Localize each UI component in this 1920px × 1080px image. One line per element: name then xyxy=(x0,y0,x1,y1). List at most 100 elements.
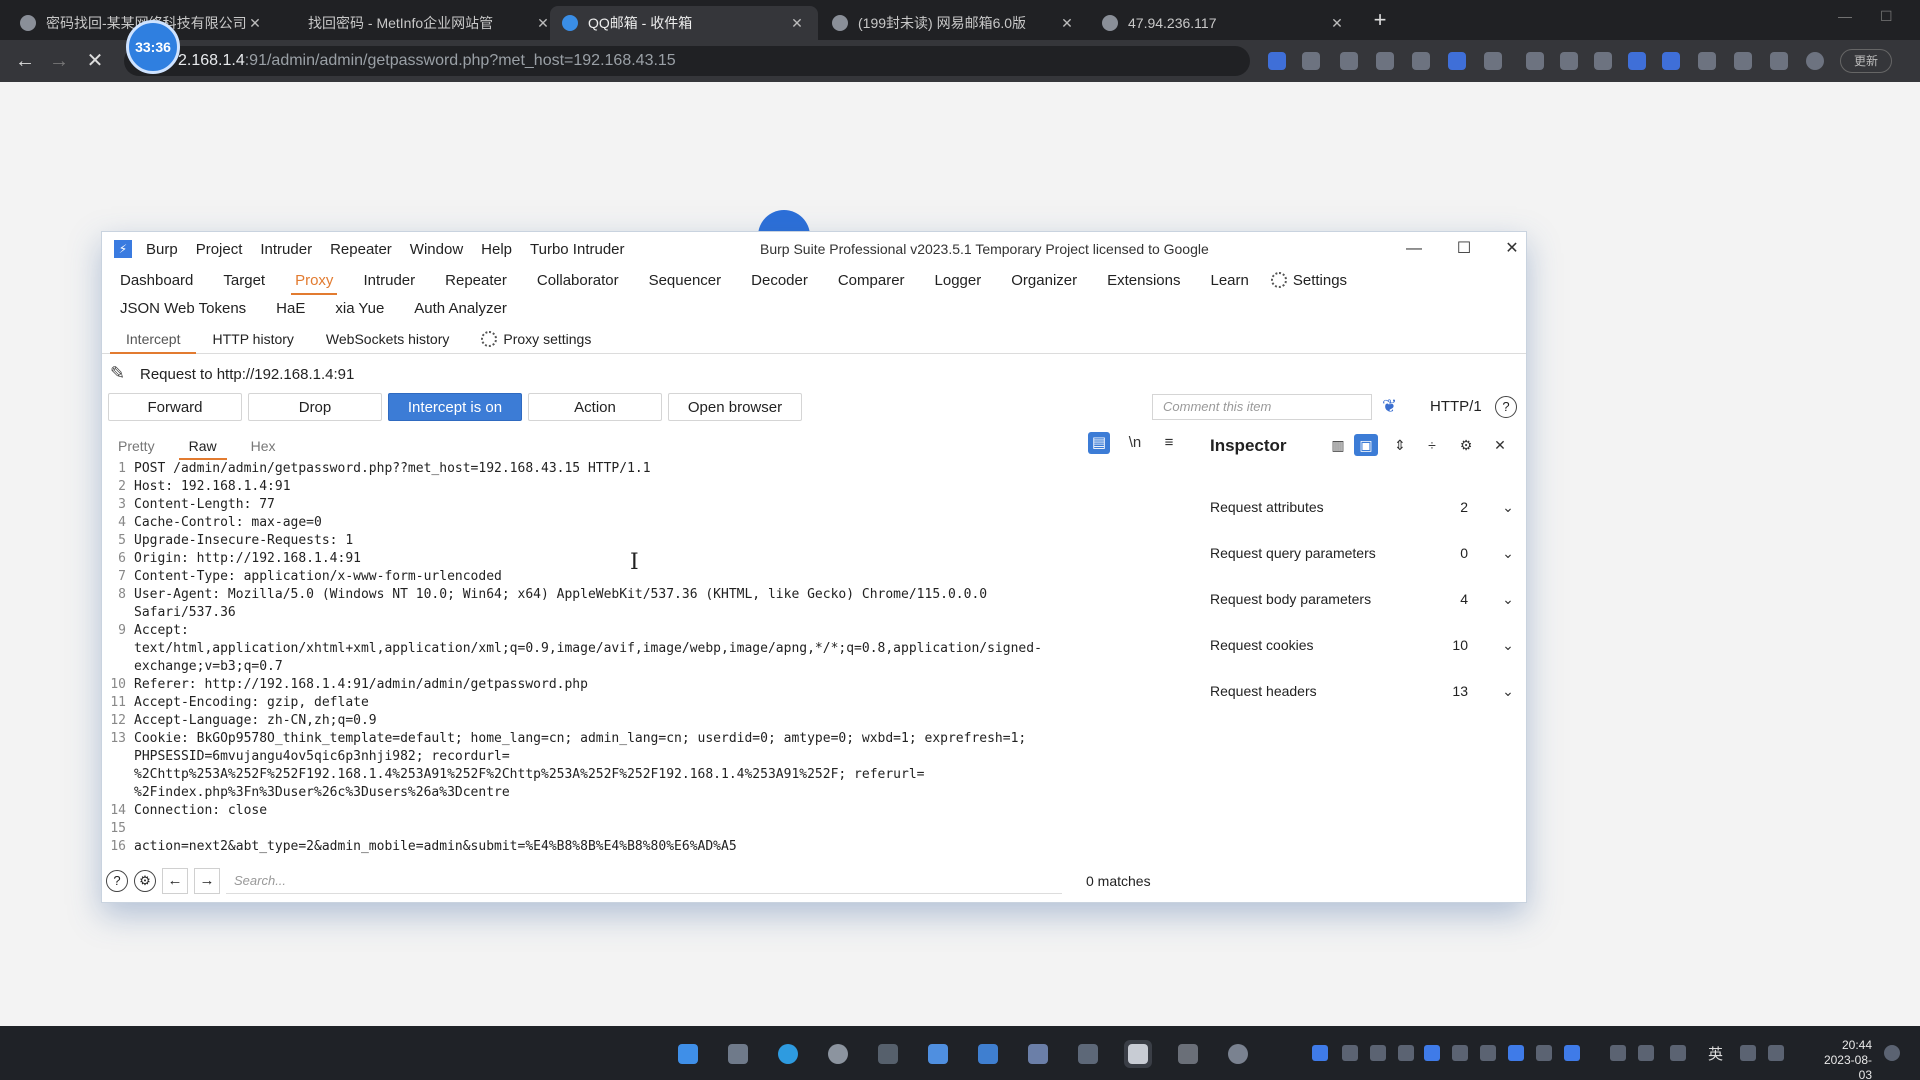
request-line[interactable]: 12 Accept-Language: zh-CN,zh;q=0.9 xyxy=(108,712,1178,730)
forward-icon[interactable]: → xyxy=(46,48,72,74)
menu-intruder[interactable]: Intruder xyxy=(260,241,312,258)
shield-icon[interactable] xyxy=(1424,1045,1440,1061)
http-version-selector[interactable]: HTTP/1 xyxy=(1430,398,1482,415)
edge-icon[interactable] xyxy=(774,1040,802,1068)
previous-match-icon[interactable]: ← xyxy=(162,868,188,894)
back-icon[interactable]: ← xyxy=(12,48,38,74)
tab-organizer[interactable]: Organizer xyxy=(1011,272,1077,289)
tray-app-icon[interactable] xyxy=(1564,1045,1580,1061)
inspector-headers[interactable]: Request headers 13 ⌄ xyxy=(1210,678,1516,704)
hacker-extension-icon[interactable] xyxy=(1412,52,1430,70)
tab-auth-analyzer[interactable]: Auth Analyzer xyxy=(414,300,507,317)
menu-turbo-intruder[interactable]: Turbo Intruder xyxy=(530,241,625,258)
tab-intruder[interactable]: Intruder xyxy=(363,272,415,289)
subtab-websockets-history[interactable]: WebSockets history xyxy=(310,324,465,354)
display-icon[interactable] xyxy=(1610,1045,1626,1061)
chevron-down-icon[interactable]: ⌄ xyxy=(1500,591,1516,608)
request-line[interactable]: %2Chttp%253A%252F%252F192.168.1.4%253A91… xyxy=(108,766,1178,784)
menu-help[interactable]: Help xyxy=(481,241,512,258)
photos-icon[interactable] xyxy=(974,1040,1002,1068)
tab-dashboard[interactable]: Dashboard xyxy=(120,272,193,289)
tampermonkey-extension-icon[interactable] xyxy=(1340,52,1358,70)
chevron-down-icon[interactable]: ⌄ xyxy=(1500,637,1516,654)
help-icon[interactable]: ? xyxy=(106,870,128,892)
layout-panel-icon[interactable]: ▣ xyxy=(1354,434,1378,456)
request-line[interactable]: PHPSESSID=6mvujangu4ov5qic6p3nhji982; re… xyxy=(108,748,1178,766)
view-tab-hex[interactable]: Hex xyxy=(251,438,276,454)
proxy-extension-icon[interactable] xyxy=(1484,52,1502,70)
tab-target[interactable]: Target xyxy=(223,272,265,289)
request-line[interactable]: 1 POST /admin/admin/getpassword.php??met_… xyxy=(108,460,1178,478)
request-line[interactable]: 10 Referer: http://192.168.1.4:91/admin/a… xyxy=(108,676,1178,694)
input-method-indicator[interactable]: 英 xyxy=(1708,1043,1723,1064)
menu-burp[interactable]: Burp xyxy=(146,241,178,258)
update-chip[interactable]: 更新 xyxy=(1840,49,1892,73)
volume-icon[interactable] xyxy=(1768,1045,1784,1061)
start-icon[interactable] xyxy=(674,1040,702,1068)
request-line[interactable]: Safari/537.36 xyxy=(108,604,1178,622)
comment-input[interactable]: Comment this item xyxy=(1152,394,1372,420)
request-line[interactable]: exchange;v=b3;q=0.7 xyxy=(108,658,1178,676)
tab-learn[interactable]: Learn xyxy=(1210,272,1248,289)
expand-all-icon[interactable]: ⇕ xyxy=(1388,434,1412,456)
app-icon[interactable] xyxy=(924,1040,952,1068)
tray-app-icon[interactable] xyxy=(1452,1045,1468,1061)
collapse-all-icon[interactable]: ÷ xyxy=(1420,434,1444,456)
next-match-icon[interactable]: → xyxy=(194,868,220,894)
address-bar[interactable]: 2.168.1.4:91/admin/admin/getpassword.php… xyxy=(124,46,1250,76)
inspector-body-parameters[interactable]: Request body parameters 4 ⌄ xyxy=(1210,586,1516,612)
app-icon[interactable] xyxy=(1074,1040,1102,1068)
tray-app-icon[interactable] xyxy=(1480,1045,1496,1061)
tab-proxy[interactable]: Proxy xyxy=(291,272,338,295)
extension-icon[interactable] xyxy=(1698,52,1716,70)
qq-icon[interactable] xyxy=(1224,1040,1252,1068)
steam-icon[interactable] xyxy=(874,1040,902,1068)
close-tab-icon[interactable]: ✕ xyxy=(1058,15,1076,32)
request-line[interactable]: 2 Host: 192.168.1.4:91 xyxy=(108,478,1178,496)
request-line[interactable]: 14 Connection: close xyxy=(108,802,1178,820)
new-tab-button[interactable]: + xyxy=(1368,8,1392,32)
tray-app-icon[interactable] xyxy=(1342,1045,1358,1061)
request-line[interactable]: %2Findex.php%3Fn%3Duser%26c%3Dusers%26a%… xyxy=(108,784,1178,802)
tab-hae[interactable]: HaE xyxy=(276,300,305,317)
burp-java-icon[interactable] xyxy=(1124,1040,1152,1068)
translate-extension-icon[interactable] xyxy=(1268,52,1286,70)
minimize-icon[interactable]: — xyxy=(1402,237,1426,261)
request-line[interactable]: 5 Upgrade-Insecure-Requests: 1 xyxy=(108,532,1178,550)
newline-toggle-icon[interactable]: \n xyxy=(1124,432,1146,454)
browser-tab-3[interactable]: QQ邮箱 - 收件箱 ✕ xyxy=(550,6,818,40)
side-panel-icon[interactable] xyxy=(1770,52,1788,70)
render-toggle-icon[interactable]: ▤ xyxy=(1088,432,1110,454)
location-extension-icon[interactable] xyxy=(1448,52,1466,70)
chrome-icon[interactable] xyxy=(824,1040,852,1068)
chevron-down-icon[interactable]: ⌄ xyxy=(1500,499,1516,516)
request-editor[interactable]: 1 POST /admin/admin/getpassword.php??met_… xyxy=(108,460,1178,854)
request-line[interactable]: 9 Accept: xyxy=(108,622,1178,640)
chevron-down-icon[interactable]: ⌄ xyxy=(1500,545,1516,562)
close-tab-icon[interactable]: ✕ xyxy=(788,15,806,32)
request-line[interactable]: 11 Accept-Encoding: gzip, deflate xyxy=(108,694,1178,712)
request-line[interactable]: 7 Content-Type: application/x-www-form-ur… xyxy=(108,568,1178,586)
menu-repeater[interactable]: Repeater xyxy=(330,241,392,258)
tray-app-icon[interactable] xyxy=(1312,1045,1328,1061)
tab-logger[interactable]: Logger xyxy=(935,272,982,289)
browser-tab-2[interactable]: 找回密码 - MetInfo企业网站管 ✕ xyxy=(296,6,564,40)
tab-collaborator[interactable]: Collaborator xyxy=(537,272,619,289)
proxy-settings-button[interactable]: Proxy settings xyxy=(465,324,607,354)
subtab-http-history[interactable]: HTTP history xyxy=(196,324,309,354)
browser-tab-4[interactable]: (199封未读) 网易邮箱6.0版 ✕ xyxy=(820,6,1088,40)
tray-app-icon[interactable] xyxy=(1536,1045,1552,1061)
layout-split-icon[interactable]: ▥ xyxy=(1326,434,1350,456)
close-window-icon[interactable]: ✕ xyxy=(1500,237,1524,261)
help-icon[interactable]: ? xyxy=(1495,396,1517,418)
action-button[interactable]: Action xyxy=(528,393,662,421)
extension-icon[interactable] xyxy=(1662,52,1680,70)
menu-window[interactable]: Window xyxy=(410,241,463,258)
request-line[interactable]: 8 User-Agent: Mozilla/5.0 (Windows NT 10.… xyxy=(108,586,1178,604)
request-line[interactable]: 3 Content-Length: 77 xyxy=(108,496,1178,514)
highlight-icon[interactable]: ❦ xyxy=(1382,396,1406,418)
tab-comparer[interactable]: Comparer xyxy=(838,272,905,289)
fe-extension-icon[interactable] xyxy=(1628,52,1646,70)
taskbar-clock[interactable]: 20:44 2023-08-03 xyxy=(1812,1038,1872,1080)
stop-loading-icon[interactable]: ✕ xyxy=(82,48,108,74)
